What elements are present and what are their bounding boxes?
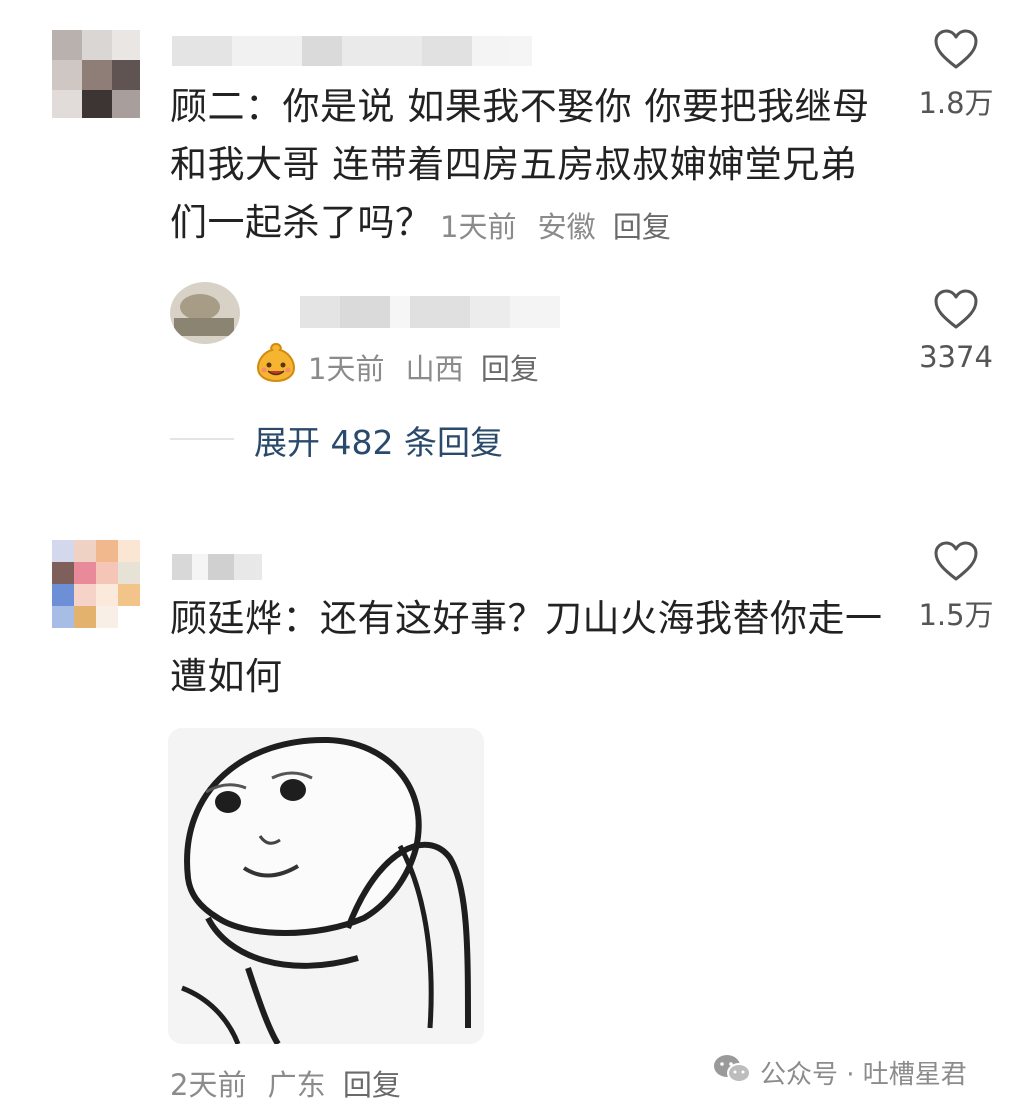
reply-button[interactable]: 回复 (343, 1068, 401, 1102)
like-group-reply[interactable]: 3374 (906, 288, 1006, 374)
like-count: 1.8万 (918, 86, 994, 120)
like-count: 1.5万 (918, 598, 994, 632)
commenter-avatar-2[interactable] (52, 540, 140, 628)
expand-divider (170, 438, 234, 440)
wechat-icon (712, 1052, 752, 1093)
smile-emoji-icon (254, 340, 298, 384)
comment-text-2: 顾廷烨：还有这好事？刀山火海我替你走一遭如何 (170, 597, 883, 698)
reply-avatar[interactable] (170, 282, 240, 344)
comment-meta-1: 1天前 安徽 回复 (440, 204, 671, 246)
comment-location: 广东 (267, 1068, 326, 1102)
commenter-name-blurred-2[interactable] (172, 554, 262, 580)
meme-sticker-image[interactable] (168, 728, 484, 1044)
comment-meta-2: 2天前 广东 回复 (170, 1062, 401, 1104)
like-group-1[interactable]: 1.8万 (906, 28, 1006, 122)
comment-time: 2天前 (170, 1068, 247, 1102)
heart-icon[interactable] (906, 28, 1006, 70)
comment-time: 1天前 (440, 210, 517, 244)
like-group-2[interactable]: 1.5万 (906, 540, 1006, 634)
reply-reply-button[interactable]: 回复 (481, 352, 539, 386)
heart-icon[interactable] (906, 288, 1006, 330)
reply-meta: 1天前 山西 回复 (308, 346, 539, 388)
commenter-avatar-1[interactable] (52, 30, 140, 118)
wechat-watermark: 公众号 · 吐槽星君 (712, 1052, 967, 1093)
like-count: 3374 (919, 340, 993, 374)
reply-button[interactable]: 回复 (613, 210, 671, 244)
comment-location: 安徽 (537, 210, 596, 244)
heart-icon[interactable] (906, 540, 1006, 582)
reply-time: 1天前 (308, 352, 385, 386)
expand-replies-button[interactable]: 展开 482 条回复 (254, 416, 503, 464)
watermark-text: 公众号 · 吐槽星君 (760, 1060, 967, 1090)
reply-location: 山西 (405, 352, 464, 386)
reply-name-blurred[interactable] (300, 296, 560, 328)
commenter-name-blurred-1[interactable] (172, 36, 532, 66)
